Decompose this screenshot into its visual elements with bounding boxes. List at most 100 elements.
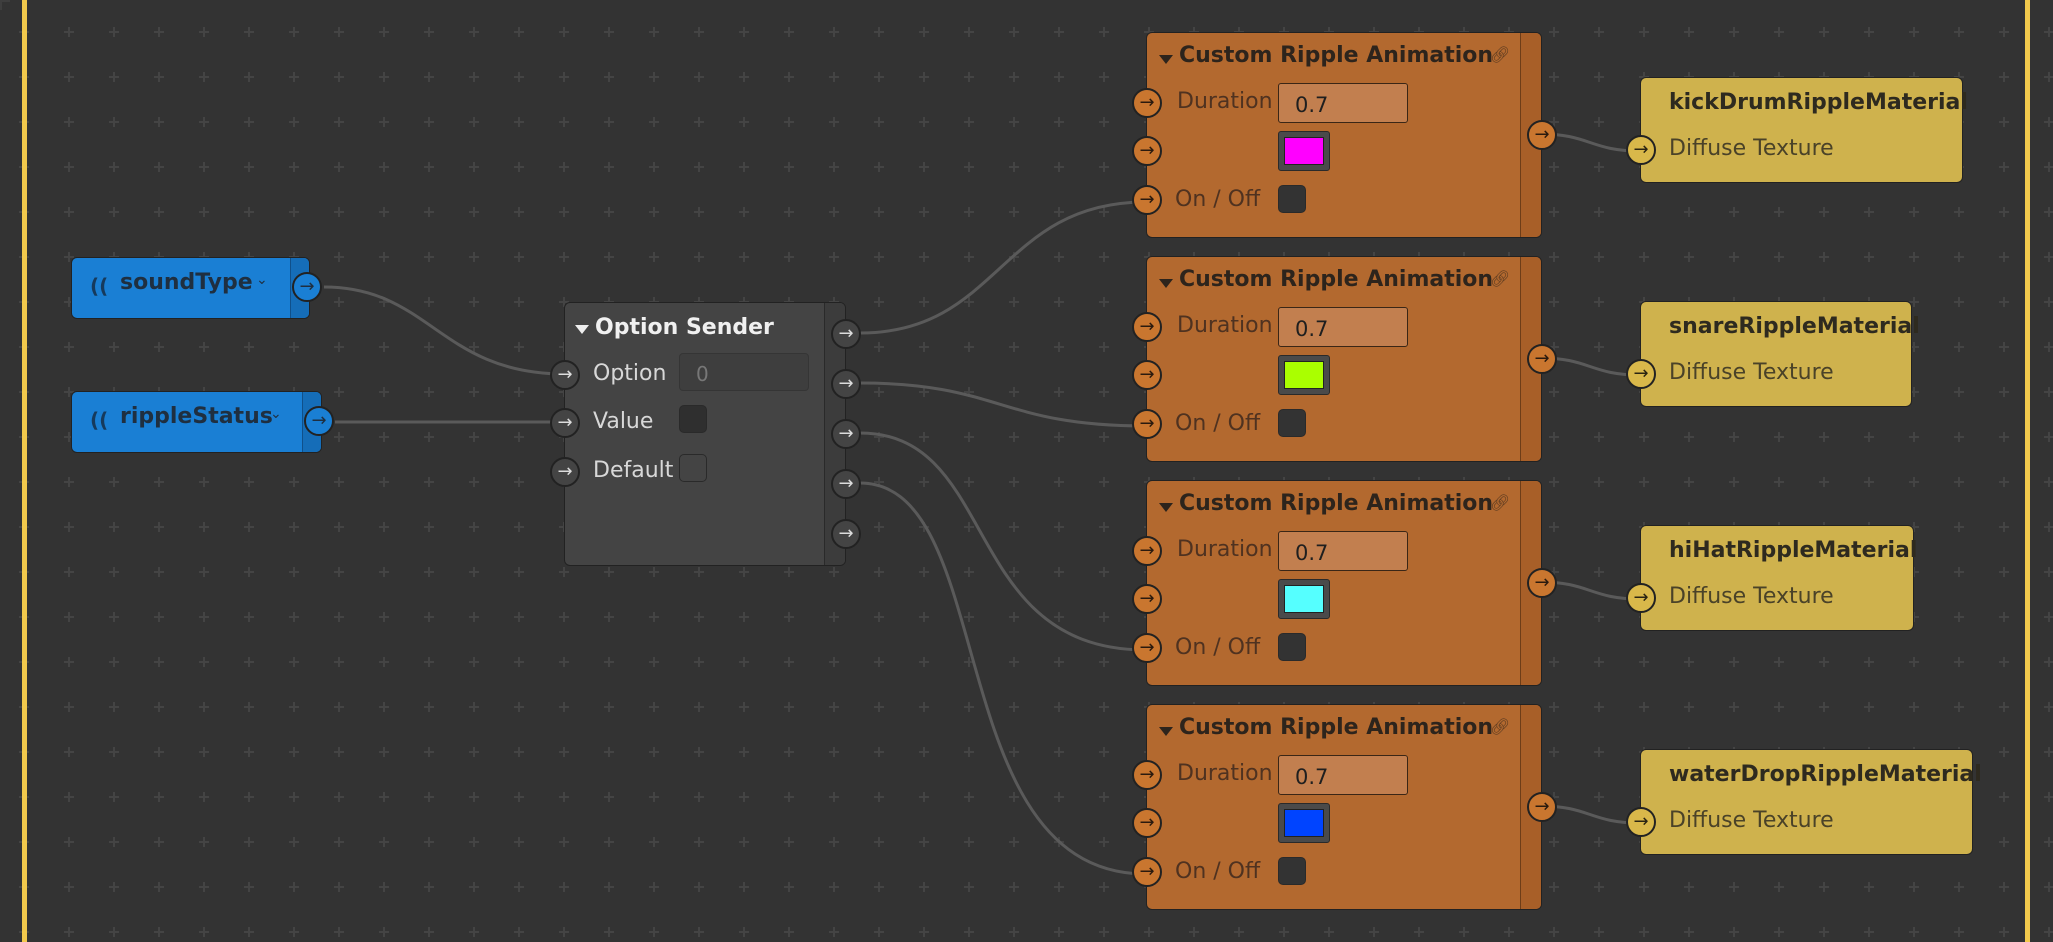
input-port-color[interactable]: →: [1132, 808, 1162, 838]
custom-ripple-animation-node[interactable]: Custom Ripple Animation 🔗︎ → Duration 0.…: [1132, 32, 1557, 238]
variable-name: rippleStatus: [120, 404, 273, 429]
signal-icon: ((: [90, 274, 109, 298]
material-node-hihat[interactable]: hiHatRippleMaterial → Diffuse Texture: [1626, 525, 1918, 631]
output-port[interactable]: →: [1527, 344, 1557, 374]
color-swatch: [1284, 809, 1324, 837]
variable-node-ripplestatus[interactable]: (( rippleStatus ⌄ →: [71, 391, 334, 453]
node-title: Option Sender: [595, 315, 774, 340]
material-node-kickdrum[interactable]: kickDrumRippleMaterial → Diffuse Texture: [1626, 77, 1968, 183]
output-port[interactable]: →: [1527, 120, 1557, 150]
input-port-diffuse-texture[interactable]: →: [1626, 807, 1656, 837]
row-label: Diffuse Texture: [1669, 808, 1834, 833]
input-port-onoff[interactable]: →: [1132, 409, 1162, 439]
output-port-2[interactable]: →: [831, 369, 861, 399]
output-port[interactable]: →: [1527, 568, 1557, 598]
custom-ripple-animation-node[interactable]: Custom Ripple Animation 🔗︎ → Duration 0.…: [1132, 480, 1557, 686]
material-node-waterdrop[interactable]: waterDropRippleMaterial → Diffuse Textur…: [1626, 749, 1982, 855]
output-port-5[interactable]: →: [831, 519, 861, 549]
output-port[interactable]: →: [292, 272, 322, 302]
output-port-1[interactable]: →: [831, 319, 861, 349]
row-label: Duration: [1177, 537, 1273, 562]
link-icon[interactable]: 🔗︎: [1490, 269, 1510, 288]
value-checkbox[interactable]: [679, 405, 707, 433]
option-sender-node[interactable]: Option Sender → Option 0 → Value → Defau…: [550, 302, 861, 566]
node-title: Custom Ripple Animation: [1179, 715, 1494, 740]
row-label: On / Off: [1175, 859, 1261, 884]
row-label: On / Off: [1175, 187, 1261, 212]
material-node-snare[interactable]: snareRippleMaterial → Diffuse Texture: [1626, 301, 1920, 407]
link-icon[interactable]: 🔗︎: [1490, 493, 1510, 512]
default-checkbox[interactable]: [679, 454, 707, 482]
row-label: Default: [593, 458, 674, 483]
chevron-down-icon[interactable]: ⌄: [256, 272, 268, 288]
output-port[interactable]: →: [1527, 792, 1557, 822]
duration-input[interactable]: 0.7: [1278, 755, 1408, 795]
frame-border-left: [22, 0, 27, 942]
frame-border-right: [2025, 0, 2030, 942]
variable-node-soundtype[interactable]: (( soundType ⌄ →: [71, 257, 322, 319]
variable-name: soundType: [120, 270, 253, 295]
output-port-3[interactable]: →: [831, 419, 861, 449]
material-name: kickDrumRippleMaterial: [1669, 90, 1968, 115]
custom-ripple-animation-node[interactable]: Custom Ripple Animation 🔗︎ → Duration 0.…: [1132, 704, 1557, 910]
color-picker[interactable]: [1278, 131, 1330, 171]
row-label: On / Off: [1175, 635, 1261, 660]
onoff-checkbox[interactable]: [1278, 409, 1306, 437]
option-input[interactable]: 0: [679, 353, 809, 391]
row-label: Duration: [1177, 313, 1273, 338]
color-swatch: [1284, 137, 1324, 165]
color-swatch: [1284, 585, 1324, 613]
row-label: Diffuse Texture: [1669, 136, 1834, 161]
row-label: Diffuse Texture: [1669, 360, 1834, 385]
row-label: On / Off: [1175, 411, 1261, 436]
input-port-duration[interactable]: →: [1132, 88, 1162, 118]
output-port-4[interactable]: →: [831, 469, 861, 499]
duration-input[interactable]: 0.7: [1278, 83, 1408, 123]
signal-icon: ((: [90, 408, 109, 432]
node-title: Custom Ripple Animation: [1179, 43, 1494, 68]
row-label: Option: [593, 361, 667, 386]
input-port-color[interactable]: →: [1132, 360, 1162, 390]
custom-ripple-animation-node[interactable]: Custom Ripple Animation 🔗︎ → Duration 0.…: [1132, 256, 1557, 462]
material-name: snareRippleMaterial: [1669, 314, 1920, 339]
collapse-triangle-icon[interactable]: [1159, 279, 1173, 288]
input-port-diffuse-texture[interactable]: →: [1626, 359, 1656, 389]
onoff-checkbox[interactable]: [1278, 633, 1306, 661]
input-port-onoff[interactable]: →: [1132, 633, 1162, 663]
input-port-color[interactable]: →: [1132, 136, 1162, 166]
chevron-down-icon[interactable]: ⌄: [270, 406, 282, 422]
input-port-duration[interactable]: →: [1132, 536, 1162, 566]
material-name: hiHatRippleMaterial: [1669, 538, 1918, 563]
input-port-duration[interactable]: →: [1132, 760, 1162, 790]
row-label: Value: [593, 409, 654, 434]
node-title: Custom Ripple Animation: [1179, 491, 1494, 516]
link-icon[interactable]: 🔗︎: [1490, 45, 1510, 64]
collapse-triangle-icon[interactable]: [1159, 727, 1173, 736]
row-label: Duration: [1177, 761, 1273, 786]
duration-input[interactable]: 0.7: [1278, 531, 1408, 571]
input-port-onoff[interactable]: →: [1132, 857, 1162, 887]
graph-canvas[interactable]: (( soundType ⌄ → (( rippleStatus ⌄ → Opt…: [0, 0, 2053, 942]
collapse-triangle-icon[interactable]: [1159, 55, 1173, 64]
row-label: Diffuse Texture: [1669, 584, 1834, 609]
material-name: waterDropRippleMaterial: [1669, 762, 1982, 787]
color-picker[interactable]: [1278, 803, 1330, 843]
collapse-triangle-icon[interactable]: [575, 325, 589, 334]
onoff-checkbox[interactable]: [1278, 185, 1306, 213]
input-port-value[interactable]: →: [550, 408, 580, 438]
row-label: Duration: [1177, 89, 1273, 114]
input-port-diffuse-texture[interactable]: →: [1626, 135, 1656, 165]
collapse-triangle-icon[interactable]: [1159, 503, 1173, 512]
color-picker[interactable]: [1278, 355, 1330, 395]
onoff-checkbox[interactable]: [1278, 857, 1306, 885]
input-port-option[interactable]: →: [550, 360, 580, 390]
input-port-color[interactable]: →: [1132, 584, 1162, 614]
input-port-diffuse-texture[interactable]: →: [1626, 583, 1656, 613]
input-port-duration[interactable]: →: [1132, 312, 1162, 342]
input-port-onoff[interactable]: →: [1132, 185, 1162, 215]
duration-input[interactable]: 0.7: [1278, 307, 1408, 347]
color-picker[interactable]: [1278, 579, 1330, 619]
link-icon[interactable]: 🔗︎: [1490, 717, 1510, 736]
input-port-default[interactable]: →: [550, 457, 580, 487]
output-port[interactable]: →: [304, 406, 334, 436]
